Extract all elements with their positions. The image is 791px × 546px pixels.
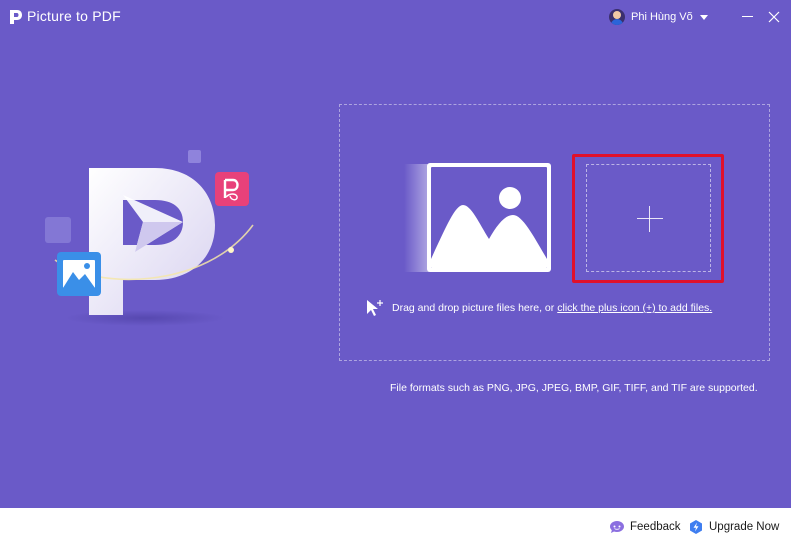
drop-hint-text: Drag and drop picture files here, or	[392, 302, 555, 314]
user-name: Phi Hùng Võ	[631, 11, 693, 23]
app-window: Picture to PDF Phi Hùng Võ Drag and drop…	[0, 0, 791, 508]
picture-card-inner	[431, 167, 547, 268]
footer-bar: Feedback Upgrade Now	[0, 508, 791, 546]
cursor-add-icon	[367, 300, 383, 316]
feedback-label: Feedback	[630, 521, 681, 533]
app-title: Picture to PDF	[27, 8, 121, 24]
drop-hint: Drag and drop picture files here, or cli…	[365, 298, 712, 318]
minimize-button[interactable]	[741, 9, 755, 23]
image-icon	[431, 187, 547, 268]
hero-illustration	[45, 150, 254, 326]
upgrade-label: Upgrade Now	[709, 521, 780, 533]
close-icon	[768, 11, 780, 23]
app-logo-icon	[10, 10, 22, 24]
avatar	[609, 9, 625, 25]
title-bar: Picture to PDF Phi Hùng Võ	[0, 0, 791, 34]
add-files-link[interactable]: click the plus icon (+) to add files.	[557, 302, 712, 314]
feedback-button[interactable]: Feedback	[609, 518, 681, 536]
upgrade-button[interactable]: Upgrade Now	[688, 518, 779, 536]
lightning-icon	[690, 520, 702, 534]
feedback-icon	[610, 521, 624, 533]
picture-placeholder-card	[427, 163, 551, 272]
add-files-button[interactable]	[586, 164, 711, 272]
close-button[interactable]	[767, 9, 781, 23]
user-menu[interactable]: Phi Hùng Võ	[609, 7, 708, 27]
supported-formats-note: File formats such as PNG, JPG, JPEG, BMP…	[390, 382, 758, 394]
chevron-down-icon	[699, 15, 708, 20]
